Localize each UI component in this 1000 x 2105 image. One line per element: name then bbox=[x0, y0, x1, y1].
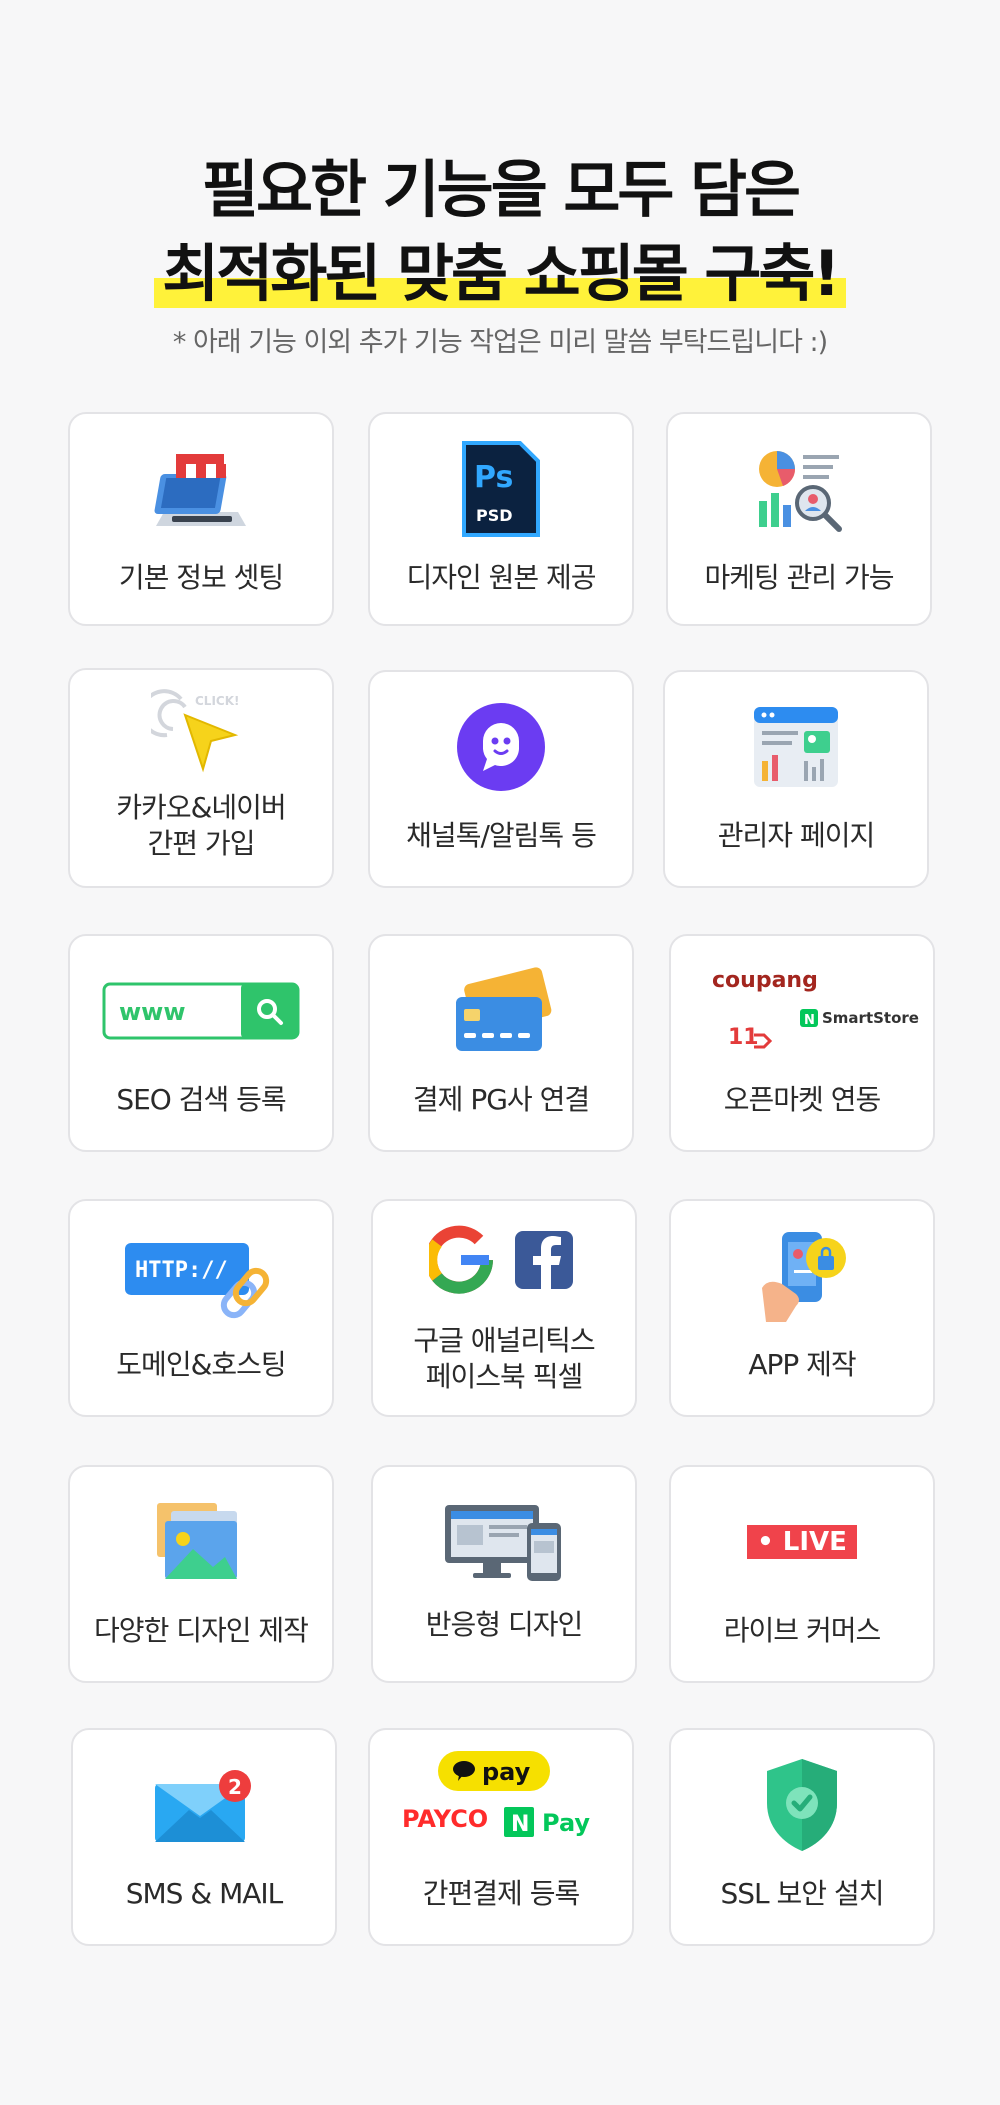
chat-bubble-icon bbox=[370, 692, 632, 802]
feature-label: 오픈마켓 연동 bbox=[723, 1083, 881, 1116]
mobile-app-icon bbox=[671, 1221, 933, 1331]
svg-text:coupang: coupang bbox=[712, 968, 818, 993]
svg-text:N: N bbox=[511, 1812, 529, 1837]
feature-label: SEO 검색 등록 bbox=[116, 1083, 286, 1116]
feature-card-responsive: 반응형 디자인 bbox=[371, 1465, 637, 1683]
responsive-devices-icon bbox=[373, 1487, 635, 1597]
svg-text:www: www bbox=[119, 998, 186, 1026]
feature-label: 간편결제 등록 bbox=[422, 1877, 580, 1910]
google-facebook-icon bbox=[373, 1215, 635, 1305]
feature-card-live-commerce: • LIVE 라이브 커머스 bbox=[669, 1465, 935, 1683]
svg-text:HTTP://: HTTP:// bbox=[135, 1258, 228, 1283]
feature-card-sms-mail: 2 SMS & MAIL bbox=[71, 1728, 337, 1946]
svg-text:SmartStore: SmartStore bbox=[822, 1009, 919, 1027]
feature-label: 도메인&호스팅 bbox=[116, 1348, 286, 1381]
svg-text:2: 2 bbox=[228, 1775, 242, 1799]
feature-label: 관리자 페이지 bbox=[717, 819, 875, 852]
svg-text:PAYCO: PAYCO bbox=[402, 1805, 488, 1833]
feature-label: 채널톡/알림톡 등 bbox=[406, 819, 597, 852]
feature-label: 카카오&네이버 간편 가입 bbox=[116, 791, 286, 860]
feature-card-ssl: SSL 보안 설치 bbox=[669, 1728, 935, 1946]
image-gallery-icon bbox=[70, 1487, 332, 1597]
feature-card-admin: 관리자 페이지 bbox=[663, 670, 929, 888]
feature-card-domain: HTTP:// 도메인&호스팅 bbox=[68, 1199, 334, 1417]
headline-line-1: 필요한 기능을 모두 담은 bbox=[201, 153, 801, 226]
feature-card-analytics: 구글 애널리틱스 페이스북 픽셀 bbox=[371, 1199, 637, 1417]
feature-label: 반응형 디자인 bbox=[425, 1608, 583, 1641]
feature-card-marketing: 마케팅 관리 가능 bbox=[666, 412, 932, 626]
admin-dashboard-icon bbox=[665, 692, 927, 802]
feature-card-channel-talk: 채널톡/알림톡 등 bbox=[368, 670, 634, 888]
feature-label: 라이브 커머스 bbox=[723, 1614, 881, 1647]
mail-notification-icon: 2 bbox=[73, 1750, 335, 1860]
feature-card-design-source: Ps PSD 디자인 원본 제공 bbox=[368, 412, 634, 626]
feature-card-various-design: 다양한 디자인 제작 bbox=[68, 1465, 334, 1683]
feature-card-seo: www SEO 검색 등록 bbox=[68, 934, 334, 1152]
marketing-analytics-icon bbox=[668, 434, 930, 544]
feature-label: APP 제작 bbox=[748, 1348, 856, 1381]
subtitle-note: * 아래 기능 이외 추가 기능 작업은 미리 말씀 부탁드립니다 :) bbox=[172, 327, 828, 358]
feature-card-pg: 결제 PG사 연결 bbox=[368, 934, 634, 1152]
laptop-shop-icon bbox=[70, 434, 332, 544]
feature-card-app: APP 제작 bbox=[669, 1199, 935, 1417]
security-shield-icon bbox=[671, 1750, 933, 1860]
feature-card-social-signup: CLICK! 카카오&네이버 간편 가입 bbox=[68, 668, 334, 888]
feature-label: 마케팅 관리 가능 bbox=[704, 561, 894, 594]
feature-label: 기본 정보 셋팅 bbox=[118, 561, 284, 594]
live-badge-icon: • LIVE bbox=[671, 1487, 933, 1597]
headline: 필요한 기능을 모두 담은 최적화된 맞춤 쇼핑몰 구축! bbox=[0, 148, 1000, 316]
svg-text:Pay: Pay bbox=[542, 1809, 590, 1837]
payment-logos-icon: pay PAYCO N Pay bbox=[370, 1744, 632, 1854]
headline-line-2: 최적화된 맞춤 쇼핑몰 구축! bbox=[154, 232, 846, 316]
open-market-logos-icon: coupang 11 N SmartStore bbox=[671, 962, 933, 1072]
http-link-icon: HTTP:// bbox=[70, 1221, 332, 1331]
svg-text:PSD: PSD bbox=[476, 506, 513, 525]
feature-label: 구글 애널리틱스 페이스북 픽셀 bbox=[413, 1324, 595, 1393]
feature-label: 디자인 원본 제공 bbox=[406, 561, 596, 594]
feature-label: SMS & MAIL bbox=[125, 1877, 284, 1910]
feature-card-easy-pay: pay PAYCO N Pay 간편결제 등록 bbox=[368, 1728, 634, 1946]
feature-label: 다양한 디자인 제작 bbox=[94, 1614, 309, 1647]
feature-label: SSL 보안 설치 bbox=[720, 1877, 885, 1910]
svg-text:N: N bbox=[804, 1013, 815, 1028]
photoshop-psd-icon: Ps PSD bbox=[370, 434, 632, 544]
credit-card-icon bbox=[370, 956, 632, 1066]
feature-label: 결제 PG사 연결 bbox=[412, 1083, 590, 1116]
svg-text:CLICK!: CLICK! bbox=[195, 694, 240, 708]
feature-card-basic-setting: 기본 정보 셋팅 bbox=[68, 412, 334, 626]
feature-card-open-market: coupang 11 N SmartStore 오픈마켓 연동 bbox=[669, 934, 935, 1152]
svg-text:pay: pay bbox=[482, 1758, 531, 1786]
click-cursor-icon: CLICK! bbox=[70, 684, 332, 784]
search-bar-icon: www bbox=[70, 956, 332, 1066]
svg-text:Ps: Ps bbox=[474, 460, 513, 495]
